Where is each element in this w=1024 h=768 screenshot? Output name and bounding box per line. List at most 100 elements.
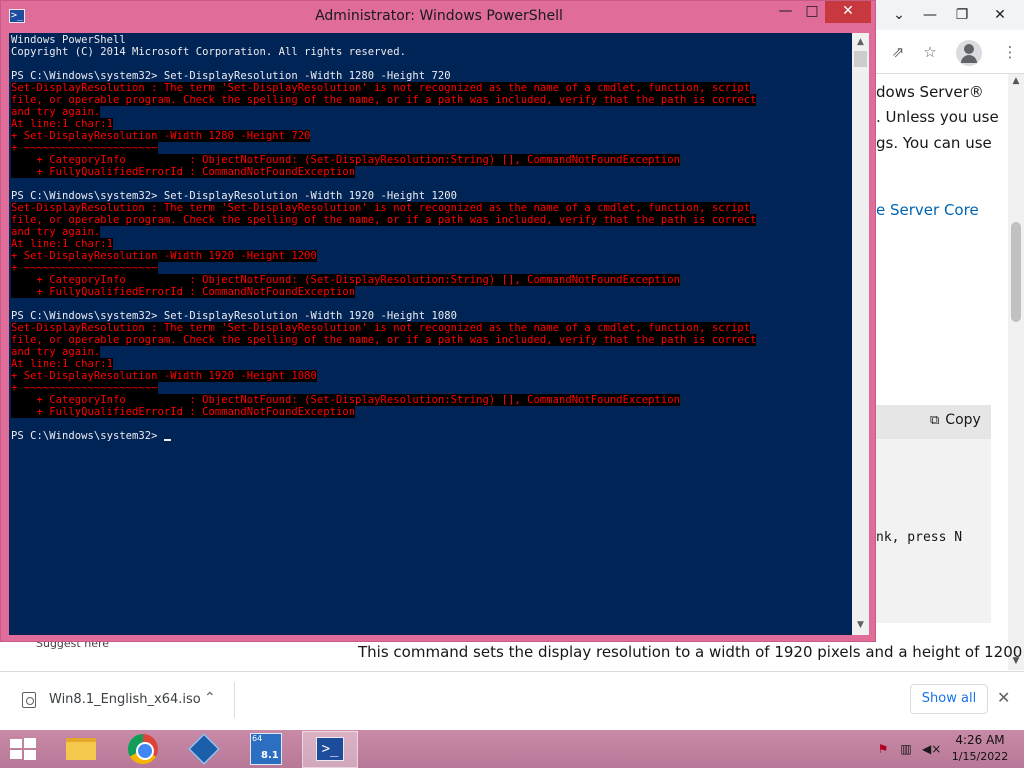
- vbox-badge-64: 64: [252, 734, 263, 743]
- console-error-line: At line:1 char:1: [11, 118, 850, 130]
- console-error-line: Set-DisplayResolution : The term 'Set-Di…: [11, 82, 850, 94]
- console-error-line: + ~~~~~~~~~~~~~~~~~~~~~: [11, 262, 850, 274]
- console-error-line: + Set-DisplayResolution -Width 1920 -Hei…: [11, 250, 850, 262]
- powershell-titlebar[interactable]: >_ Administrator: Windows PowerShell — □…: [1, 1, 877, 33]
- error-text: + ~~~~~~~~~~~~~~~~~~~~~: [11, 142, 158, 154]
- close-icon[interactable]: ✕: [997, 688, 1010, 707]
- console-error-line: + FullyQualifiedErrorId : CommandNotFoun…: [11, 166, 850, 178]
- console-scrollbar-thumb[interactable]: [854, 51, 867, 67]
- console-error-line: + CategoryInfo : ObjectNotFound: (Set-Di…: [11, 154, 850, 166]
- action-center-flag-icon[interactable]: ⚑: [875, 741, 891, 757]
- chrome-icon: [128, 734, 158, 764]
- virtualbox-win81-icon: 64 8.1: [250, 733, 282, 765]
- clock-date[interactable]: 1/15/2022: [950, 750, 1010, 763]
- error-text: file, or operable program. Check the spe…: [11, 214, 757, 226]
- error-text: + CategoryInfo : ObjectNotFound: (Set-Di…: [11, 154, 681, 166]
- more-icon[interactable]: ⋮: [998, 40, 1022, 64]
- article-text-line: . Unless you use: [876, 108, 999, 126]
- console-error-line: At line:1 char:1: [11, 238, 850, 250]
- profile-icon[interactable]: [956, 40, 982, 66]
- chevron-up-icon[interactable]: ⌃: [204, 690, 216, 706]
- console-error-line: At line:1 char:1: [11, 358, 850, 370]
- copy-button[interactable]: ⧉ Copy: [930, 412, 981, 428]
- console-line: Windows PowerShell: [11, 34, 850, 46]
- scroll-up-arrow-icon[interactable]: ▲: [852, 34, 869, 51]
- console-error-line: + CategoryInfo : ObjectNotFound: (Set-Di…: [11, 274, 850, 286]
- file-icon: [22, 692, 36, 708]
- console-line: PS C:\Windows\system32> Set-DisplayResol…: [11, 190, 850, 202]
- error-text: + ~~~~~~~~~~~~~~~~~~~~~: [11, 262, 158, 274]
- error-text: + FullyQualifiedErrorId : CommandNotFoun…: [11, 286, 356, 298]
- console-error-line: + CategoryInfo : ObjectNotFound: (Set-Di…: [11, 394, 850, 406]
- article-text-line: dows Server®: [876, 83, 984, 101]
- minimize-button[interactable]: —: [918, 4, 942, 26]
- output-text: Copyright (C) 2014 Microsoft Corporation…: [11, 46, 407, 58]
- close-button[interactable]: ✕: [988, 4, 1012, 26]
- volume-muted-icon[interactable]: ◀×: [922, 741, 941, 757]
- console-line: PS C:\Windows\system32> Set-DisplayResol…: [11, 70, 850, 82]
- error-text: + CategoryInfo : ObjectNotFound: (Set-Di…: [11, 394, 681, 406]
- article-link[interactable]: e Server Core: [876, 201, 979, 219]
- clock-time[interactable]: 4:26 AM: [950, 733, 1010, 747]
- show-all-button[interactable]: Show all: [910, 684, 988, 714]
- network-icon[interactable]: ▥: [898, 741, 914, 757]
- error-text: Set-DisplayResolution : The term 'Set-Di…: [11, 82, 751, 94]
- scroll-down-arrow-icon[interactable]: ▼: [852, 617, 869, 634]
- browser-scrollbar[interactable]: [1008, 74, 1024, 670]
- window-title: Administrator: Windows PowerShell: [315, 8, 563, 24]
- code-line: nk, press N: [876, 530, 963, 545]
- file-explorer-icon: [66, 738, 96, 760]
- tab-search-chevron-icon[interactable]: ⌄: [887, 4, 911, 26]
- error-text: Set-DisplayResolution : The term 'Set-Di…: [11, 202, 751, 214]
- console-error-line: file, or operable program. Check the spe…: [11, 94, 850, 106]
- console-error-line: + Set-DisplayResolution -Width 1280 -Hei…: [11, 130, 850, 142]
- error-text: + Set-DisplayResolution -Width 1920 -Hei…: [11, 250, 317, 262]
- console-error-line: file, or operable program. Check the spe…: [11, 334, 850, 346]
- error-text: and try again.: [11, 106, 101, 118]
- error-text: + CategoryInfo : ObjectNotFound: (Set-Di…: [11, 274, 681, 286]
- console-error-line: and try again.: [11, 226, 850, 238]
- error-text: At line:1 char:1: [11, 358, 113, 370]
- error-text: Set-DisplayResolution : The term 'Set-Di…: [11, 322, 751, 334]
- minimize-button[interactable]: —: [772, 1, 799, 23]
- close-button[interactable]: ✕: [825, 1, 871, 23]
- scroll-up-arrow-icon[interactable]: ▲: [1008, 76, 1024, 86]
- divider: [234, 682, 235, 718]
- console-error-line: and try again.: [11, 106, 850, 118]
- browser-titlebar: ⌄ — ❐ ✕: [876, 0, 1024, 30]
- share-icon[interactable]: ⇗: [886, 40, 910, 64]
- start-button[interactable]: [8, 737, 38, 761]
- copy-label: Copy: [945, 412, 981, 428]
- console-error-line: Set-DisplayResolution : The term 'Set-Di…: [11, 322, 850, 334]
- output-text: Windows PowerShell: [11, 34, 126, 46]
- error-text: + FullyQualifiedErrorId : CommandNotFoun…: [11, 406, 356, 418]
- maximize-button[interactable]: □: [799, 1, 825, 23]
- vbox-badge-81: 8.1: [261, 750, 279, 761]
- output-text: PS C:\Windows\system32> Set-DisplayResol…: [11, 70, 451, 82]
- console-scrollbar[interactable]: [852, 33, 869, 635]
- browser-scrollbar-thumb[interactable]: [1011, 222, 1021, 322]
- error-text: + FullyQualifiedErrorId : CommandNotFoun…: [11, 166, 356, 178]
- download-file-name[interactable]: Win8.1_English_x64.iso: [49, 692, 201, 707]
- copy-icon: ⧉: [930, 413, 940, 428]
- error-text: At line:1 char:1: [11, 238, 113, 250]
- console-output[interactable]: Windows PowerShell Copyright (C) 2014 Mic…: [9, 33, 852, 635]
- console-error-line: + Set-DisplayResolution -Width 1920 -Hei…: [11, 370, 850, 382]
- error-text: + Set-DisplayResolution -Width 1920 -Hei…: [11, 370, 317, 382]
- console-line: Copyright (C) 2014 Microsoft Corporation…: [11, 46, 850, 58]
- console-error-line: + ~~~~~~~~~~~~~~~~~~~~~: [11, 382, 850, 394]
- console-line: PS C:\Windows\system32>: [11, 430, 850, 442]
- console-error-line: + ~~~~~~~~~~~~~~~~~~~~~: [11, 142, 850, 154]
- console-error-line: file, or operable program. Check the spe…: [11, 214, 850, 226]
- console-error-line: and try again.: [11, 346, 850, 358]
- star-icon[interactable]: ☆: [918, 40, 942, 64]
- browser-toolbar: ⇗ ☆ ⋮: [876, 30, 1024, 74]
- console-error-line: Set-DisplayResolution : The term 'Set-Di…: [11, 202, 850, 214]
- restore-button[interactable]: ❐: [950, 4, 974, 26]
- error-text: + Set-DisplayResolution -Width 1280 -Hei…: [11, 130, 311, 142]
- article-paragraph: This command sets the display resolution…: [358, 643, 1023, 661]
